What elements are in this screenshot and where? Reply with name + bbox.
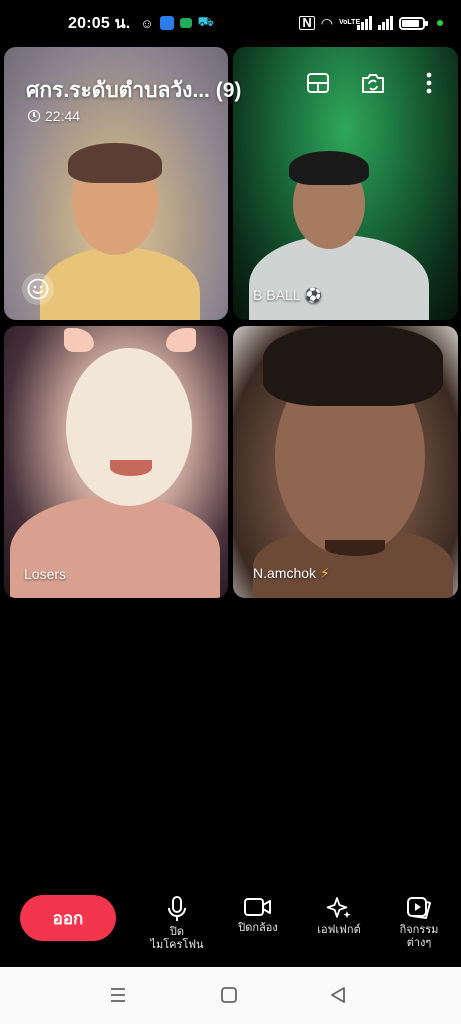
turn-off-camera-label: ปิดกล้อง <box>238 922 278 934</box>
mute-microphone-label: ปิด ไมโครโฟน <box>150 926 204 951</box>
microphone-icon <box>168 896 186 921</box>
activities-icon <box>407 897 431 919</box>
participant-name-text: B BALL <box>253 287 301 303</box>
participant-figure <box>10 496 220 598</box>
participant-name: B BALL ⚽ <box>253 287 322 304</box>
back-triangle-icon <box>331 987 345 1003</box>
store-icon: ⛟ <box>197 14 214 29</box>
leave-call-button[interactable]: ออก <box>20 895 116 941</box>
flip-camera-icon <box>362 74 384 93</box>
home-square-icon <box>221 987 237 1003</box>
lightning-icon: ⚡ <box>320 565 330 581</box>
cat-ear-right-icon <box>166 328 196 352</box>
reaction-button[interactable] <box>22 273 54 305</box>
turn-off-camera-button[interactable]: ปิดกล้อง <box>230 896 286 935</box>
system-icons: N ◠ VoLTE <box>299 15 443 32</box>
participant-name-text: N.amchok <box>253 565 317 581</box>
clock-icon <box>28 110 40 122</box>
nfc-icon: N <box>299 16 315 30</box>
mute-microphone-button[interactable]: ปิด ไมโครโฟน <box>148 896 206 952</box>
effects-button[interactable]: เอฟเฟกต์ <box>311 896 367 937</box>
back-button[interactable] <box>328 985 348 1010</box>
recent-apps-button[interactable] <box>108 985 128 1010</box>
notification-icons: ☺ ⛟ <box>140 14 214 32</box>
video-tile-participant[interactable]: N.amchok ⚡ <box>233 326 458 598</box>
messenger-icon: ☺ <box>140 15 154 31</box>
participant-name: Losers <box>24 566 66 582</box>
call-duration: 22:44 <box>45 108 81 124</box>
participant-name-text: Losers <box>24 566 67 582</box>
signal-icon-2 <box>378 16 393 30</box>
soccer-ball-icon: ⚽ <box>304 287 322 303</box>
status-time: 20:05 น. <box>68 14 131 32</box>
participant-hair <box>68 143 162 183</box>
smiley-icon <box>27 278 49 300</box>
battery-icon <box>399 16 428 30</box>
video-tile-participant[interactable]: Losers <box>4 326 228 598</box>
effects-label: เอฟเฟกต์ <box>317 924 361 936</box>
participant-figure <box>249 235 429 320</box>
call-timer: 22:44 <box>28 108 80 124</box>
participant-mouth <box>325 540 385 556</box>
privacy-dot-icon <box>437 20 443 26</box>
video-camera-icon <box>244 898 271 916</box>
layout-icon <box>307 73 329 93</box>
meet-icon <box>179 18 192 28</box>
menu-icon <box>111 988 125 1002</box>
participant-figure <box>40 247 200 320</box>
more-vertical-icon <box>426 72 432 94</box>
participant-face-mask <box>66 348 192 506</box>
participant-hair <box>289 151 369 185</box>
activities-button[interactable]: กิจกรรม ต่างๆ <box>392 896 446 950</box>
call-controls: ออก ปิด ไมโครโฟน ปิดกล้อง เอฟเฟกต์ กิจกร… <box>0 888 461 966</box>
more-options-button[interactable] <box>414 68 444 98</box>
participant-hair <box>263 326 443 406</box>
home-button[interactable] <box>219 985 239 1010</box>
activities-label: กิจกรรม ต่างๆ <box>399 924 439 949</box>
app-icon <box>159 16 174 30</box>
status-bar: 20:05 น. ☺ ⛟ N ◠ VoLTE <box>0 0 461 46</box>
wifi-icon: ◠ <box>320 14 333 31</box>
call-title: ศกร.ระดับตำบลวัง... (9) <box>26 79 242 102</box>
sparkles-icon <box>326 897 351 919</box>
flip-camera-button[interactable] <box>358 68 388 98</box>
layout-button[interactable] <box>303 68 333 98</box>
system-navigation-bar <box>0 967 461 1024</box>
volte-icon: VoLTE <box>339 19 361 26</box>
participant-mouth <box>110 460 152 476</box>
cat-ear-left-icon <box>64 328 94 352</box>
participant-name: N.amchok ⚡ <box>253 565 330 582</box>
signal-icon-1 <box>357 16 372 30</box>
